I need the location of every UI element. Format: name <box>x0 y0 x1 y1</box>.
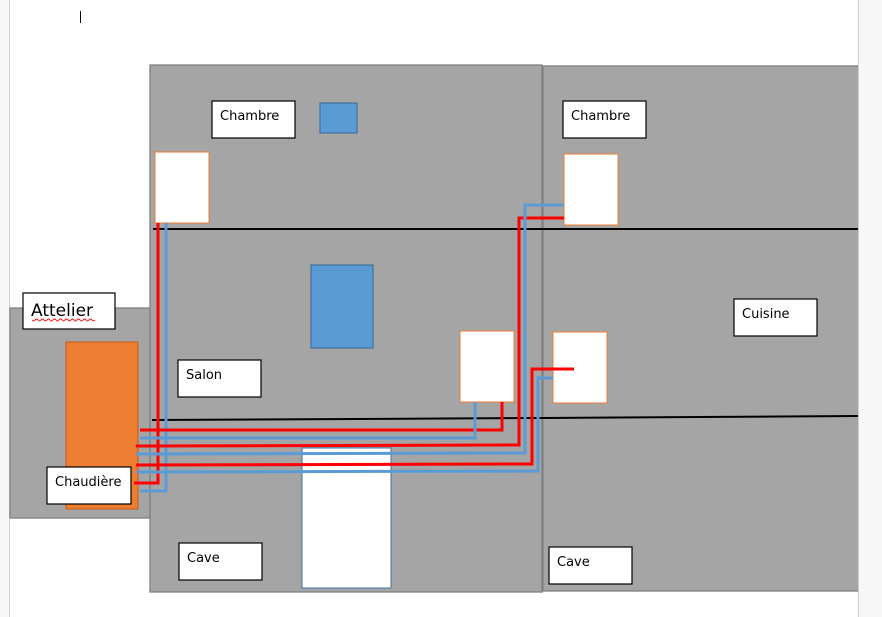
radiator-chambre-left[interactable] <box>154 151 210 224</box>
label-attelier: Attelier <box>22 292 116 330</box>
radiator-salon[interactable] <box>459 330 515 403</box>
stairwell-cave[interactable] <box>301 447 392 589</box>
window-chambre[interactable] <box>319 102 358 134</box>
label-cave-left-text: Cave <box>187 551 220 566</box>
label-chambre-right: Chambre <box>562 100 647 139</box>
label-cuisine-text: Cuisine <box>742 307 790 322</box>
label-salon: Salon <box>177 359 262 398</box>
window-salon[interactable] <box>310 264 374 349</box>
label-chambre-left-text: Chambre <box>220 109 279 124</box>
label-chaudiere-text: Chaudière <box>55 475 121 490</box>
label-cuisine: Cuisine <box>733 298 818 337</box>
label-cave-right-text: Cave <box>557 555 590 570</box>
label-salon-text: Salon <box>186 368 222 383</box>
label-chambre-left: Chambre <box>211 100 296 139</box>
label-chaudiere: Chaudière <box>46 466 132 505</box>
page-right-margin <box>858 0 882 617</box>
label-cave-left: Cave <box>178 542 263 581</box>
label-attelier-text: Attelier <box>31 301 93 321</box>
radiator-chambre-right[interactable] <box>563 153 619 226</box>
floor-plan-diagram: Attelier Chaudière Chambre Chambre Salon… <box>9 64 858 593</box>
label-cave-right: Cave <box>548 546 633 585</box>
label-chambre-right-text: Chambre <box>571 109 630 124</box>
